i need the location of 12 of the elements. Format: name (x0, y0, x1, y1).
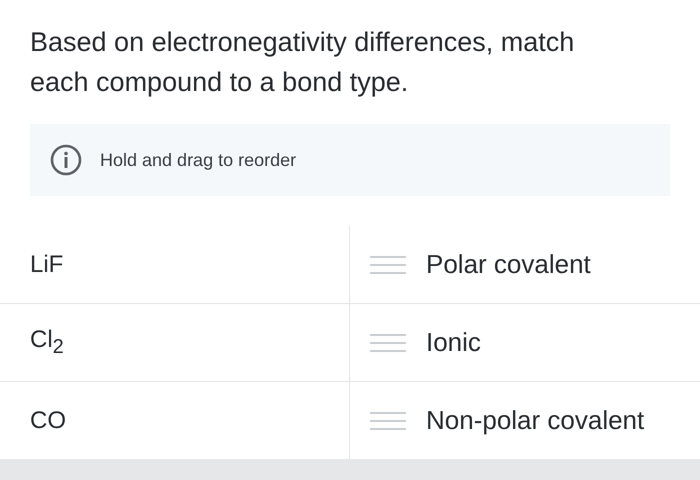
drag-handle-icon[interactable] (370, 410, 406, 430)
draggable-answer[interactable]: Non-polar covalent (350, 382, 700, 459)
drag-handle-icon[interactable] (370, 332, 406, 352)
question-text: Based on electronegativity differences, match each compound to a bond type. (29, 26, 576, 99)
draggable-answer[interactable]: Ionic (350, 304, 700, 381)
hint-text: Hold and drag to reorder (100, 150, 296, 170)
info-icon (50, 144, 82, 176)
compound-label: Cl$_{2}$ (30, 326, 64, 359)
drag-handle-icon[interactable] (370, 254, 406, 274)
compound-label: CO (30, 406, 66, 434)
compound-label: LiF (30, 250, 64, 278)
draggable-answer[interactable]: Polar covalent (350, 226, 700, 303)
